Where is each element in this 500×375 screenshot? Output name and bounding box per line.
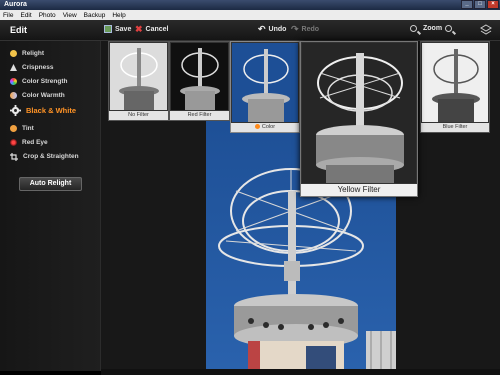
sidebar-item-label: Color Strength — [22, 78, 68, 85]
save-button[interactable]: Save — [104, 25, 131, 33]
maximize-button[interactable]: □ — [474, 0, 486, 9]
section-title: Edit — [10, 25, 27, 35]
sidebar-item-red-eye[interactable]: Red Eye — [10, 137, 48, 148]
sidebar-item-label: Red Eye — [22, 139, 48, 146]
filter-label: Blue Filter — [421, 123, 489, 132]
title-bar: Aurora _ □ × — [0, 0, 500, 10]
thumb-image — [171, 43, 228, 110]
filter-label: Yellow Filter — [301, 184, 417, 196]
cancel-button[interactable]: ✖ Cancel — [135, 24, 169, 34]
sidebar-item-color-warmth[interactable]: Color Warmth — [10, 90, 65, 101]
zoom-out-icon[interactable] — [410, 25, 417, 32]
color-wheel-icon — [10, 78, 17, 85]
undo-button[interactable]: ↶ Undo — [258, 24, 287, 34]
filter-label: Red Filter — [170, 111, 229, 120]
zoom-label: Zoom — [423, 25, 443, 32]
triangle-icon — [10, 64, 17, 71]
undo-label: Undo — [268, 25, 287, 33]
toolbar: Edit Save ✖ Cancel ↶ Undo ↷ Redo Zoom — [0, 20, 500, 41]
menu-help[interactable]: Help — [112, 12, 125, 19]
minimize-button[interactable]: _ — [461, 0, 473, 9]
menu-backup[interactable]: Backup — [84, 12, 106, 19]
redo-button[interactable]: ↷ Redo — [291, 24, 320, 34]
cancel-icon: ✖ — [135, 24, 143, 34]
menu-view[interactable]: View — [63, 12, 77, 19]
cancel-label: Cancel — [145, 25, 169, 33]
filter-thumb-blue-filter[interactable]: Blue Filter — [420, 41, 490, 133]
sidebar-item-crop-straighten[interactable]: Crop & Straighten — [10, 151, 79, 162]
warmth-icon — [10, 92, 17, 99]
filter-thumb-red-filter[interactable]: Red Filter — [169, 41, 230, 121]
app-title: Aurora — [4, 1, 27, 8]
sidebar-item-label: Crispness — [22, 64, 54, 71]
thumb-image — [422, 43, 488, 122]
sidebar-item-label: Black & White — [26, 106, 77, 115]
redo-icon: ↷ — [291, 24, 299, 34]
filter-thumb-color[interactable]: Color — [230, 41, 300, 133]
thumb-image — [302, 43, 416, 183]
undo-icon: ↶ — [258, 24, 266, 34]
sidebar-item-black-white[interactable]: Black & White — [10, 105, 76, 116]
filter-thumb-yellow-filter[interactable]: Yellow Filter — [300, 41, 418, 197]
filter-thumb-no-filter[interactable]: No Filter — [108, 41, 169, 121]
horizontal-scrollbar[interactable] — [101, 369, 500, 375]
sidebar-item-color-strength[interactable]: Color Strength — [10, 76, 68, 87]
save-label: Save — [115, 25, 132, 33]
thumb-image — [232, 43, 298, 122]
filter-label: Color — [231, 123, 299, 132]
gear-icon — [10, 105, 21, 116]
close-button[interactable]: × — [487, 0, 499, 9]
auto-relight-button[interactable]: Auto Relight — [19, 177, 82, 191]
layers-icon[interactable] — [480, 24, 492, 36]
sidebar-item-label: Relight — [22, 50, 45, 57]
menu-bar: File Edit Photo View Backup Help — [0, 10, 500, 20]
menu-photo[interactable]: Photo — [39, 12, 56, 19]
sidebar-item-relight[interactable]: Relight — [10, 48, 44, 59]
eye-icon — [10, 139, 17, 146]
sidebar-item-crispness[interactable]: Crispness — [10, 62, 53, 73]
zoom-in-icon[interactable] — [445, 25, 453, 32]
edit-sidebar: Relight Crispness Color Strength Color W… — [0, 41, 101, 371]
sun-icon — [10, 50, 17, 57]
menu-file[interactable]: File — [3, 12, 13, 19]
menu-edit[interactable]: Edit — [20, 12, 31, 19]
redo-label: Redo — [301, 25, 320, 33]
zoom-control[interactable]: Zoom — [410, 25, 453, 32]
selected-indicator-icon — [254, 124, 260, 130]
sidebar-item-label: Color Warmth — [22, 92, 65, 99]
sidebar-item-tint[interactable]: Tint — [10, 123, 34, 134]
window-controls: _ □ × — [461, 0, 499, 9]
thumb-image — [110, 43, 167, 110]
sidebar-item-label: Crop & Straighten — [23, 153, 79, 160]
save-icon — [104, 25, 112, 33]
tint-icon — [10, 125, 17, 132]
crop-icon — [10, 152, 18, 161]
filter-label: No Filter — [109, 111, 168, 120]
sidebar-item-label: Tint — [22, 125, 34, 132]
